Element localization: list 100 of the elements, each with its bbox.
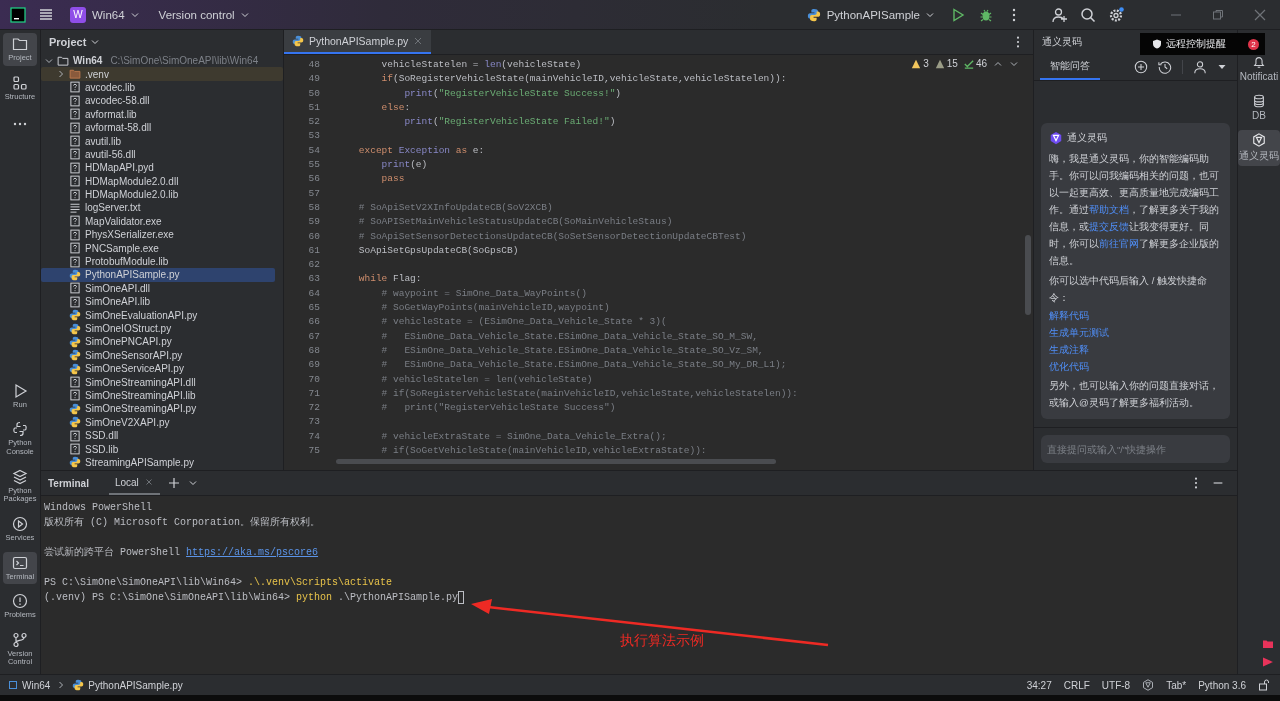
history-icon[interactable] (1158, 60, 1172, 74)
tree-item[interactable]: SSD.lib (41, 442, 275, 456)
add-icon[interactable] (167, 477, 180, 489)
project-dropdown[interactable]: W Win64 (66, 4, 143, 25)
tree-item[interactable]: ProtobufModule.lib (41, 254, 275, 269)
link[interactable]: 前往官网 (1099, 238, 1139, 249)
tree-item[interactable]: SimOneAPI.dll (41, 281, 275, 296)
tree-item[interactable]: HDMapModule2.0.lib (41, 187, 275, 202)
inspection-count[interactable]: 15 (934, 58, 958, 69)
tree-item[interactable]: SimOneSensorAPI.py (41, 348, 275, 362)
tree-item[interactable]: Win64 C:\SimOne\SimOneAPI\lib\Win64 (41, 54, 275, 68)
tree-item[interactable]: MapValidator.exe (41, 214, 275, 229)
user-icon[interactable] (1193, 60, 1207, 74)
command-link[interactable]: 生成单元测试 (1049, 326, 1109, 340)
inspection-count[interactable]: 46 (963, 58, 987, 69)
tree-item[interactable]: PythonAPISample.py (41, 268, 275, 282)
caret-position[interactable]: 34:27 (1026, 679, 1052, 691)
inspection-count[interactable]: 3 (911, 58, 929, 69)
code-line: pass (380, 173, 405, 185)
command-link[interactable]: 优化代码 (1049, 360, 1089, 374)
chevron-down-icon[interactable] (45, 56, 53, 65)
python-file-icon (72, 679, 85, 691)
code-line: # print("RegisterVehicleState Success") (380, 402, 616, 414)
code-line: # SoAPISetMainVehicleStatusUpdateCB(SoMainVehicleStaus) (357, 216, 673, 228)
editor-tab[interactable]: PythonAPISample.py (284, 30, 432, 54)
add-user-icon[interactable] (1052, 6, 1068, 23)
tree-item[interactable]: SimOneStreamingAPI.lib (41, 388, 275, 403)
add-circle-icon[interactable] (1134, 60, 1148, 74)
breadcrumb[interactable]: Win64 (8, 679, 51, 691)
tree-item[interactable]: SimOneServiceAPI.py (41, 362, 275, 376)
command-link[interactable]: 生成注释 (1049, 343, 1089, 357)
line-number: 69 (307, 358, 321, 373)
interpreter[interactable]: Python 3.6 (1198, 679, 1246, 691)
file-encoding[interactable]: UTF-8 (1101, 679, 1131, 691)
line-number: 53 (307, 129, 321, 144)
run-icon (12, 382, 28, 399)
menu-icon[interactable] (38, 6, 54, 23)
link[interactable]: https://aka.ms/pscore6 (186, 545, 319, 560)
notification-popup[interactable]: 远程控制提醒 2 (1140, 33, 1265, 55)
tool-window-button[interactable]: Notificati (1238, 52, 1280, 85)
horizontal-scrollbar[interactable] (336, 459, 776, 465)
terminal-tab[interactable]: Local (108, 471, 160, 495)
tree-item[interactable]: SimOneV2XAPI.py (41, 415, 275, 429)
tree-item[interactable]: .venv (41, 67, 283, 81)
intro-paragraph: 嗨，我是通义灵码，你的智能编码助手。你可以问我编码相关的问题，也可以一起更高效、更高质量地完成编码工作。通过帮助文档，了解更多关于我的信息，或提交反馈让我变得更好。同时，你可以前往官网 了解更多企业版的信息。 (1049, 152, 1220, 268)
unknown-file-icon (69, 282, 81, 295)
line-number: 56 (307, 172, 321, 187)
tree-item[interactable]: SimOneAPI.lib (41, 295, 275, 309)
chevron-down-icon[interactable] (187, 478, 198, 488)
vcs-dropdown[interactable]: Version control (154, 6, 253, 23)
tree-item[interactable]: SimOneEvaluationAPI.py (41, 308, 275, 322)
chevron-down-icon[interactable] (91, 38, 100, 46)
tree-item[interactable]: avutil-56.dll (41, 147, 275, 162)
lock-icon[interactable] (1258, 679, 1270, 691)
tree-item[interactable]: SSD.dll (41, 428, 275, 443)
flag-icon[interactable] (1262, 656, 1274, 668)
close-icon[interactable] (143, 477, 154, 487)
tree-item[interactable]: HDMapModule2.0.dll (41, 174, 275, 188)
tree-item[interactable]: avcodec-58.dll (41, 94, 275, 108)
line-number: 70 (307, 372, 321, 387)
tree-item[interactable]: PNCSample.exe (41, 241, 275, 255)
breadcrumb[interactable]: PythonAPISample.py (72, 679, 183, 691)
tool-window-button[interactable]: 通义灵码 (1238, 130, 1280, 166)
assistant-logo-icon[interactable] (1142, 679, 1155, 691)
tree-item[interactable]: logServer.txt (41, 201, 275, 215)
run-config-dropdown[interactable]: PythonAPISample (802, 5, 938, 24)
tool-window-button[interactable]: DB (1238, 91, 1280, 124)
code-line: SoApiSetGpsUpdateCB(SoGpsCB) (357, 244, 519, 256)
tree-item[interactable]: avformat-58.dll (41, 120, 275, 135)
tree-item[interactable]: PhysXSerializer.exe (41, 228, 275, 242)
app-logo-icon[interactable] (10, 6, 26, 23)
tree-item[interactable]: SimOneStreamingAPI.dll (41, 375, 275, 389)
tree-item[interactable]: SimOneStreamingAPI.py (41, 402, 275, 416)
link[interactable]: 帮助文档 (1089, 204, 1129, 215)
tree-item[interactable]: SimOnePNCAPI.py (41, 335, 275, 349)
indent-setting[interactable]: Tab* (1166, 679, 1187, 691)
folder-icon (69, 68, 81, 81)
code-line: # vehicleStatelen = len(vehicleState) (380, 373, 593, 385)
command-link[interactable]: 解释代码 (1049, 309, 1089, 323)
link[interactable]: 提交反馈 (1089, 221, 1129, 232)
chevron-right-icon[interactable] (57, 70, 65, 79)
run-icon[interactable] (950, 6, 966, 23)
unknown-file-icon (69, 215, 81, 228)
tree-item[interactable]: StreamingAPISample.py (41, 455, 275, 470)
tree-item[interactable]: avcodec.lib (41, 80, 275, 95)
scrollbar-thumb[interactable] (1025, 235, 1031, 315)
tree-item[interactable]: SimOneIOStruct.py (41, 321, 275, 336)
panel-title[interactable]: Project (49, 36, 87, 48)
tree-item[interactable]: avutil.lib (41, 134, 275, 148)
assistant-tab[interactable]: 智能问答 (1040, 54, 1100, 80)
unknown-file-icon (69, 389, 81, 402)
unknown-file-icon (69, 228, 81, 241)
tree-item[interactable]: HDMapAPI.pyd (41, 161, 275, 175)
settings-icon[interactable] (1108, 6, 1124, 23)
code-line: except Exception as e: (357, 144, 485, 156)
tree-item[interactable]: avformat.lib (41, 107, 275, 121)
folder-icon[interactable] (1262, 638, 1274, 650)
line-separator[interactable]: CRLF (1063, 679, 1090, 691)
search-icon[interactable] (1080, 6, 1096, 23)
line-number: 55 (307, 158, 321, 173)
